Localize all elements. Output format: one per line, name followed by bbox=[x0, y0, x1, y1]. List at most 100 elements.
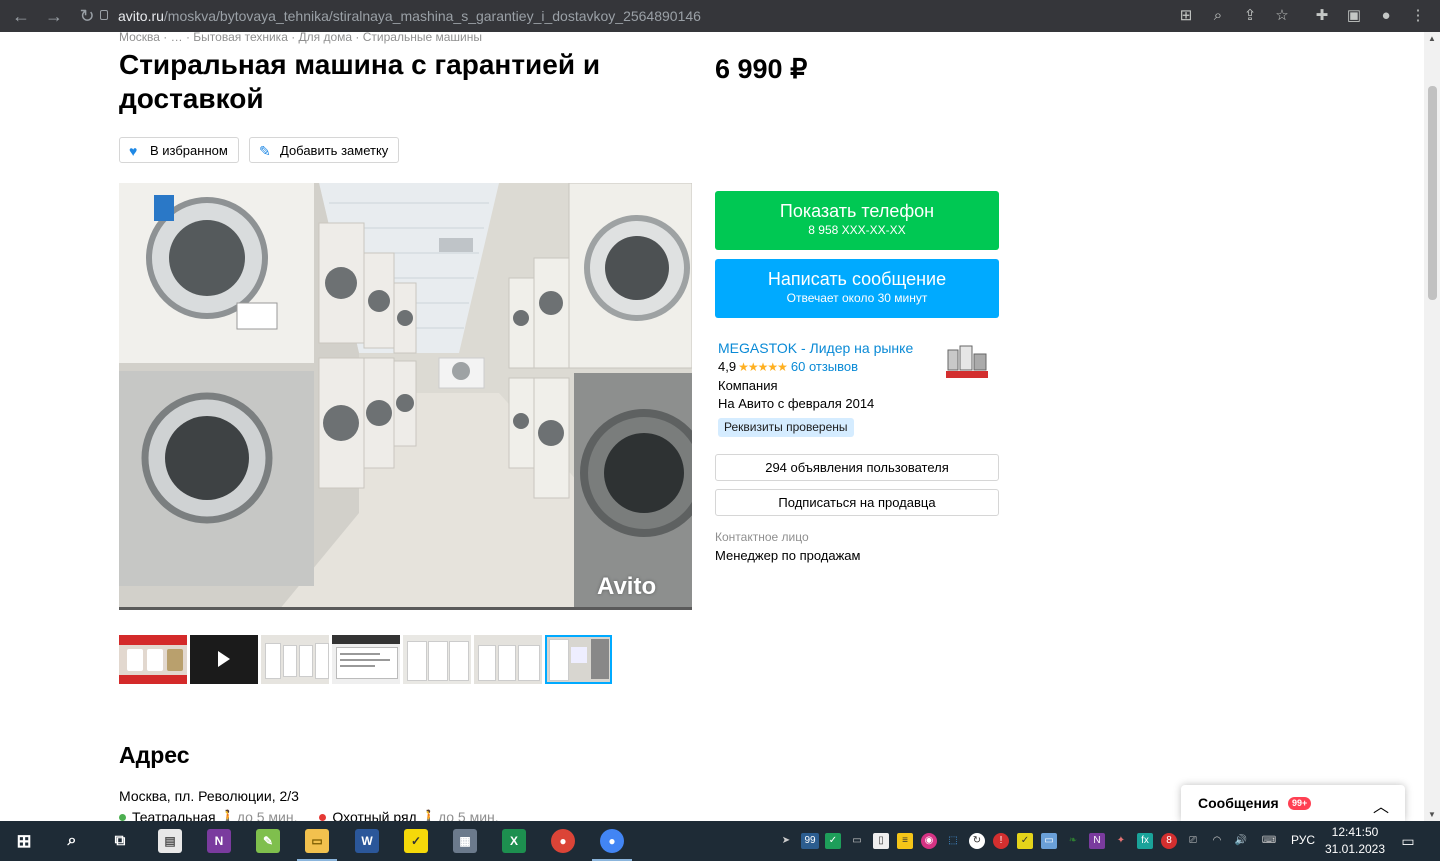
keyboard-icon[interactable]: ⌨ bbox=[1258, 833, 1280, 849]
scrollbar[interactable]: ▲ ▼ bbox=[1424, 32, 1440, 821]
metro-station: Охотный ряд 🚶до 5 мин. bbox=[319, 809, 499, 821]
note-icon: ✎ bbox=[259, 143, 271, 159]
clock[interactable]: 12:41:50 31.01.2023 bbox=[1322, 824, 1388, 858]
bookmark-star-icon[interactable]: ☆ bbox=[1270, 4, 1294, 28]
chevron-up-icon[interactable]: ︿ bbox=[1373, 793, 1389, 817]
write-message-button[interactable]: Написать сообщение Отвечает около 30 мин… bbox=[715, 259, 999, 318]
chrome-icon[interactable]: ● bbox=[551, 829, 575, 853]
seller-logo[interactable] bbox=[944, 344, 990, 380]
menu-icon[interactable]: ⋮ bbox=[1406, 4, 1430, 28]
onenote-tray-icon[interactable]: N bbox=[1089, 833, 1105, 849]
favorite-button[interactable]: ♥ В избранном bbox=[119, 137, 239, 163]
shield-icon[interactable]: ✓ bbox=[825, 833, 841, 849]
windows-start-icon[interactable]: ⊞ bbox=[12, 829, 36, 853]
check-tray-icon[interactable]: ✓ bbox=[1017, 833, 1033, 849]
address-bar[interactable]: avito.ru/moskva/bytovaya_tehnika/stiraln… bbox=[118, 5, 701, 27]
video-thumbnail[interactable] bbox=[190, 635, 258, 684]
notes-tray-icon[interactable]: ≡ bbox=[897, 833, 913, 849]
walk-icon: 🚶 bbox=[219, 809, 237, 821]
heart-icon: ♥ bbox=[129, 143, 138, 159]
screenshot-icon[interactable]: ⬚ bbox=[945, 833, 961, 849]
metro-line-icon bbox=[119, 814, 126, 821]
reload-icon[interactable]: ↻ bbox=[76, 5, 98, 27]
seller-type: Компания bbox=[718, 378, 778, 393]
clock-date: 31.01.2023 bbox=[1324, 842, 1386, 856]
reviews-link[interactable]: 60 отзывов bbox=[791, 359, 858, 374]
back-icon[interactable]: ← bbox=[10, 5, 32, 27]
subscribe-seller-button[interactable]: Подписаться на продавца bbox=[715, 489, 999, 516]
profile-icon[interactable]: ● bbox=[1374, 4, 1398, 28]
wifi-icon[interactable]: ◠ bbox=[1209, 833, 1225, 849]
seller-rating: 4,9 ★★★★★ 60 отзывов bbox=[718, 359, 858, 374]
messenger-badge: 99+ bbox=[1288, 797, 1312, 810]
address-line: Москва, пл. Революции, 2/3 bbox=[119, 788, 299, 804]
walk-icon: 🚶 bbox=[420, 809, 439, 821]
url-path: /moskva/bytovaya_tehnika/stiralnaya_mash… bbox=[163, 8, 701, 24]
monitor-icon[interactable]: ▭ bbox=[849, 833, 865, 849]
breadcrumb[interactable]: Москва · … · Бытовая техника · Для дома … bbox=[119, 32, 482, 44]
seller-since: На Авито с февраля 2014 bbox=[718, 396, 875, 411]
chrome-profile-icon[interactable]: ● bbox=[600, 829, 624, 853]
app-tray-icon[interactable]: ◉ bbox=[921, 833, 937, 849]
forward-icon[interactable]: → bbox=[43, 5, 65, 27]
search-icon[interactable]: ⌕ bbox=[60, 829, 84, 853]
scroll-up-icon[interactable]: ▲ bbox=[1428, 34, 1436, 43]
zoom-icon[interactable]: ⌕ bbox=[1206, 4, 1230, 28]
tray-counter[interactable]: 99 bbox=[801, 833, 819, 849]
write-message-label: Написать сообщение bbox=[767, 269, 947, 289]
task-view-icon[interactable]: ⧉ bbox=[108, 829, 132, 853]
word-icon[interactable]: W bbox=[355, 829, 379, 853]
phone-masked: 8 958 XXX-XX-XX bbox=[808, 223, 906, 237]
thumbnail[interactable] bbox=[474, 635, 542, 684]
thumbnail[interactable] bbox=[119, 635, 187, 684]
sidepanel-icon[interactable]: ▣ bbox=[1342, 4, 1366, 28]
metro-line-icon bbox=[319, 814, 327, 821]
clock-time: 12:41:50 bbox=[1331, 825, 1379, 839]
lock-icon[interactable] bbox=[100, 10, 108, 20]
extensions-icon[interactable]: ✚ bbox=[1310, 4, 1334, 28]
onenote-icon[interactable]: N bbox=[207, 829, 231, 853]
leaf-icon[interactable]: ❧ bbox=[1065, 833, 1081, 849]
page-content: Москва · … · Бытовая техника · Для дома … bbox=[0, 32, 1424, 821]
taskbar: ⊞ ⌕ ⧉ ▤ N ✎ ▭ W ✓ ▦ X ● ● ➤ 99 ✓ ▭ ▯ ≡ ◉… bbox=[0, 821, 1440, 861]
add-note-button[interactable]: ✎ Добавить заметку bbox=[249, 137, 400, 163]
notepad-icon[interactable]: ▤ bbox=[158, 829, 182, 853]
window-tray-icon[interactable]: ▭ bbox=[1041, 833, 1057, 849]
excel-icon[interactable]: X bbox=[502, 829, 526, 853]
main-photo[interactable]: Avito bbox=[119, 183, 692, 610]
fx-icon[interactable]: fx bbox=[1137, 833, 1153, 849]
share-icon[interactable]: ⇪ bbox=[1238, 4, 1262, 28]
alert-tray-icon[interactable]: ! bbox=[993, 833, 1009, 849]
scroll-down-icon[interactable]: ▼ bbox=[1428, 810, 1436, 819]
metro-name: Театральная bbox=[132, 809, 216, 821]
document-icon[interactable]: ▯ bbox=[873, 833, 889, 849]
messenger-label: Сообщения bbox=[1198, 795, 1279, 811]
thumbnail[interactable] bbox=[261, 635, 329, 684]
notifications-icon[interactable]: ▭ bbox=[1398, 831, 1418, 851]
seller-name-link[interactable]: MEGASTOK - Лидер на рынке bbox=[718, 340, 913, 356]
sync-icon[interactable]: ↻ bbox=[969, 833, 985, 849]
seller-listings-button[interactable]: 294 объявления пользователя bbox=[715, 454, 999, 481]
usb-icon[interactable]: ⎚ bbox=[1185, 833, 1201, 849]
scrollbar-thumb[interactable] bbox=[1428, 86, 1437, 300]
avito-watermark: Avito bbox=[597, 573, 657, 600]
file-explorer-icon[interactable]: ▭ bbox=[305, 829, 329, 853]
show-phone-button[interactable]: Показать телефон 8 958 XXX-XX-XX bbox=[715, 191, 999, 250]
play-icon bbox=[218, 651, 230, 667]
thumbnail-selected[interactable] bbox=[545, 635, 612, 684]
sticky-notes-icon[interactable]: ✓ bbox=[404, 829, 428, 853]
translate-icon[interactable]: ⊞ bbox=[1174, 4, 1198, 28]
thumbnail[interactable] bbox=[332, 635, 400, 684]
thumbnail[interactable] bbox=[403, 635, 471, 684]
verified-badge: Реквизиты проверены bbox=[718, 418, 854, 437]
telegram-tray-icon[interactable]: ➤ bbox=[778, 833, 794, 849]
editor-icon[interactable]: ✎ bbox=[256, 829, 280, 853]
messenger-widget[interactable]: Сообщения 99+ ︿ bbox=[1181, 785, 1405, 821]
language-indicator[interactable]: РУС bbox=[1291, 833, 1315, 847]
tool-icon[interactable]: ✦ bbox=[1113, 833, 1129, 849]
yandex-icon[interactable]: 8 bbox=[1161, 833, 1177, 849]
volume-icon[interactable]: 🔊 bbox=[1233, 833, 1249, 849]
contact-label: Контактное лицо bbox=[715, 530, 809, 544]
app-icon[interactable]: ▦ bbox=[453, 829, 477, 853]
contact-name: Менеджер по продажам bbox=[715, 548, 861, 563]
